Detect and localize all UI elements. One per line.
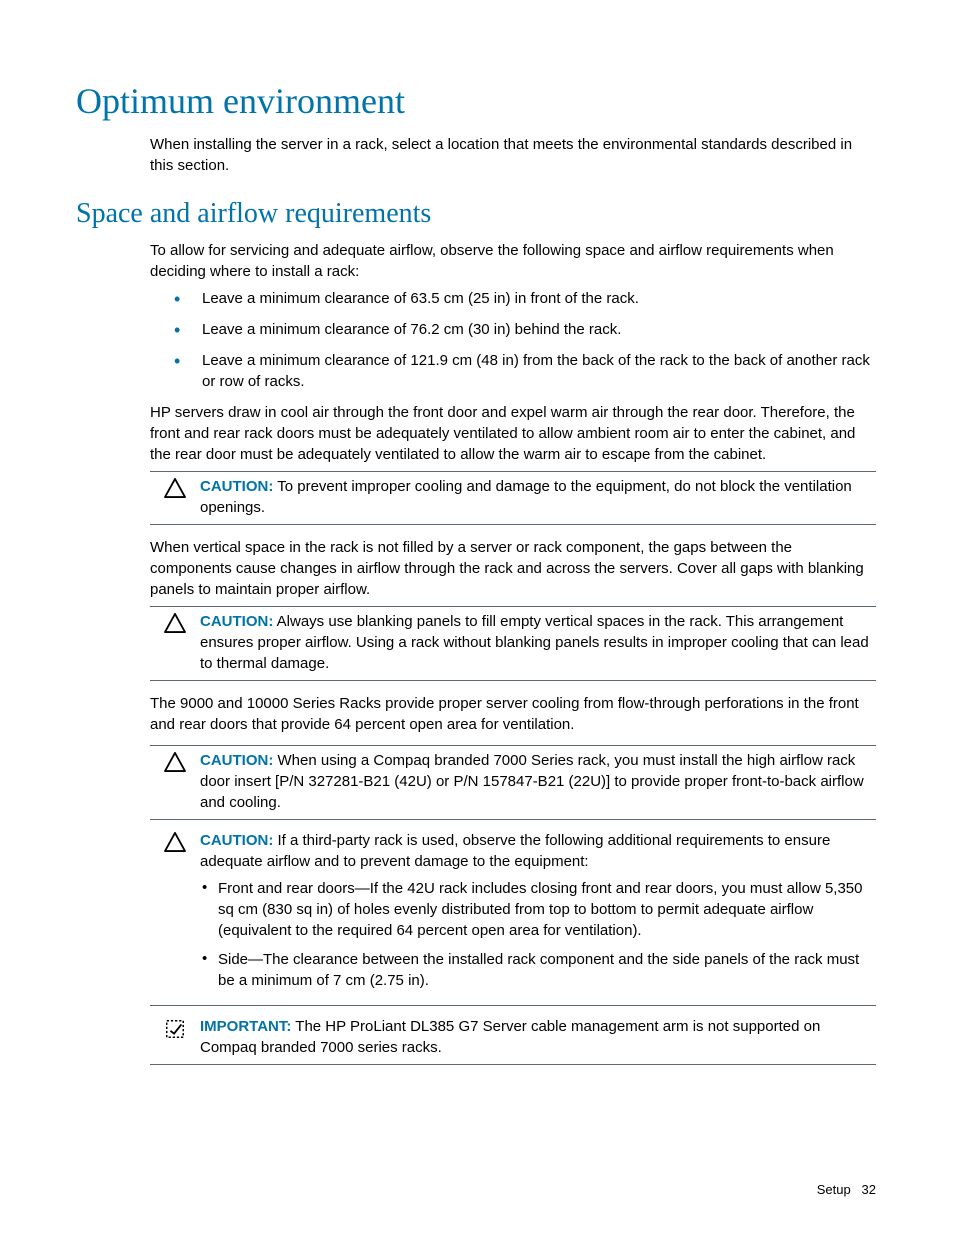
list-item: Front and rear doors—If the 42U rack inc… [200,878,876,941]
footer-section: Setup [817,1182,851,1197]
caution-block-3: CAUTION: When using a Compaq branded 700… [150,745,876,820]
caution-block-4: CAUTION: If a third-party rack is used, … [150,820,876,1006]
intro-paragraph-2: To allow for servicing and adequate airf… [150,240,876,282]
clearance-list: Leave a minimum clearance of 63.5 cm (25… [174,288,876,392]
caution-icon [150,476,200,498]
intro-paragraph-1: When installing the server in a rack, se… [150,134,876,176]
caution-icon [150,611,200,633]
caution-icon [150,830,200,852]
caution-icon [150,750,200,772]
footer-page-number: 32 [862,1182,876,1197]
caution-block-1: CAUTION: To prevent improper cooling and… [150,471,876,525]
important-block: IMPORTANT: The HP ProLiant DL385 G7 Serv… [150,1006,876,1065]
list-item: Side—The clearance between the installed… [200,949,876,991]
caution-label: CAUTION: [200,752,273,769]
caution-sublist: Front and rear doors—If the 42U rack inc… [200,878,876,991]
important-icon [150,1016,200,1040]
important-text: The HP ProLiant DL385 G7 Server cable ma… [200,1018,820,1056]
important-label: IMPORTANT: [200,1018,291,1035]
caution-label: CAUTION: [200,613,273,630]
page-footer: Setup 32 [817,1182,876,1197]
caution-block-2: CAUTION: Always use blanking panels to f… [150,606,876,681]
gaps-paragraph: When vertical space in the rack is not f… [150,537,876,600]
list-item: Leave a minimum clearance of 63.5 cm (25… [174,288,876,309]
cooling-paragraph: HP servers draw in cool air through the … [150,402,876,465]
caution-text: When using a Compaq branded 7000 Series … [200,752,864,811]
caution-label: CAUTION: [200,832,273,849]
list-item: Leave a minimum clearance of 121.9 cm (4… [174,350,876,392]
caution-text: Always use blanking panels to fill empty… [200,613,869,672]
heading-optimum-environment: Optimum environment [76,80,876,122]
caution-text: If a third-party rack is used, observe t… [200,832,830,870]
list-item: Leave a minimum clearance of 76.2 cm (30… [174,319,876,340]
caution-label: CAUTION: [200,478,273,495]
caution-text: To prevent improper cooling and damage t… [200,478,852,516]
racks-9000-paragraph: The 9000 and 10000 Series Racks provide … [150,693,876,735]
heading-space-airflow: Space and airflow requirements [76,198,876,230]
